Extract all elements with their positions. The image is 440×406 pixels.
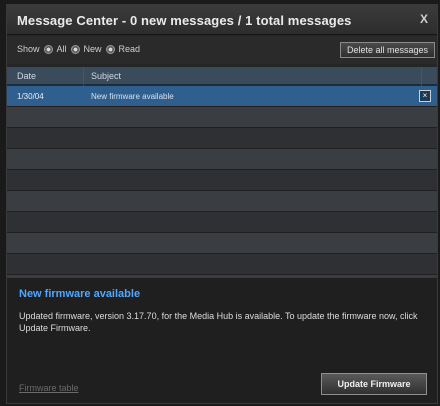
table-row (7, 191, 437, 212)
delete-all-messages-button[interactable]: Delete all messages (339, 42, 435, 58)
delete-message-icon[interactable]: × (419, 90, 431, 102)
filter-read-label[interactable]: Read (119, 44, 141, 54)
table-row (7, 212, 437, 233)
filter-all-label[interactable]: All (57, 44, 67, 54)
table-row (7, 107, 437, 128)
radio-new-icon[interactable] (70, 44, 80, 54)
show-label: Show (17, 44, 40, 54)
filter-group: Show All New Read (17, 44, 140, 54)
update-firmware-button[interactable]: Update Firmware (321, 373, 427, 395)
message-body: Updated firmware, version 3.17.70, for t… (19, 311, 418, 333)
filter-toolbar: Show All New Read Delete all messages (7, 36, 437, 64)
radio-all-icon[interactable] (43, 44, 53, 54)
row-subject: New firmware available (91, 92, 174, 101)
firmware-table-link[interactable]: Firmware table (19, 383, 79, 393)
radio-read-icon[interactable] (105, 44, 115, 54)
messages-table: Date Subject 1/30/04 New firmware availab… (7, 67, 437, 277)
window-title: Message Center - 0 new messages / 1 tota… (17, 13, 352, 28)
filter-new-label[interactable]: New (84, 44, 102, 54)
table-row[interactable]: 1/30/04 New firmware available × (7, 86, 437, 107)
message-center-window: Message Center - 0 new messages / 1 tota… (6, 4, 438, 404)
message-detail-pane: New firmware available Updated firmware,… (7, 277, 437, 403)
table-row (7, 254, 437, 275)
table-header: Date Subject (7, 67, 437, 85)
table-row (7, 149, 437, 170)
table-rows: 1/30/04 New firmware available × (7, 86, 437, 277)
table-row (7, 128, 437, 149)
column-header-date[interactable]: Date (17, 71, 36, 81)
table-row (7, 170, 437, 191)
row-date: 1/30/04 (17, 92, 44, 101)
message-title: New firmware available (19, 288, 141, 300)
title-bar: Message Center - 0 new messages / 1 tota… (7, 5, 437, 35)
close-icon[interactable]: X (417, 12, 431, 26)
column-header-subject[interactable]: Subject (91, 71, 121, 81)
table-row (7, 233, 437, 254)
